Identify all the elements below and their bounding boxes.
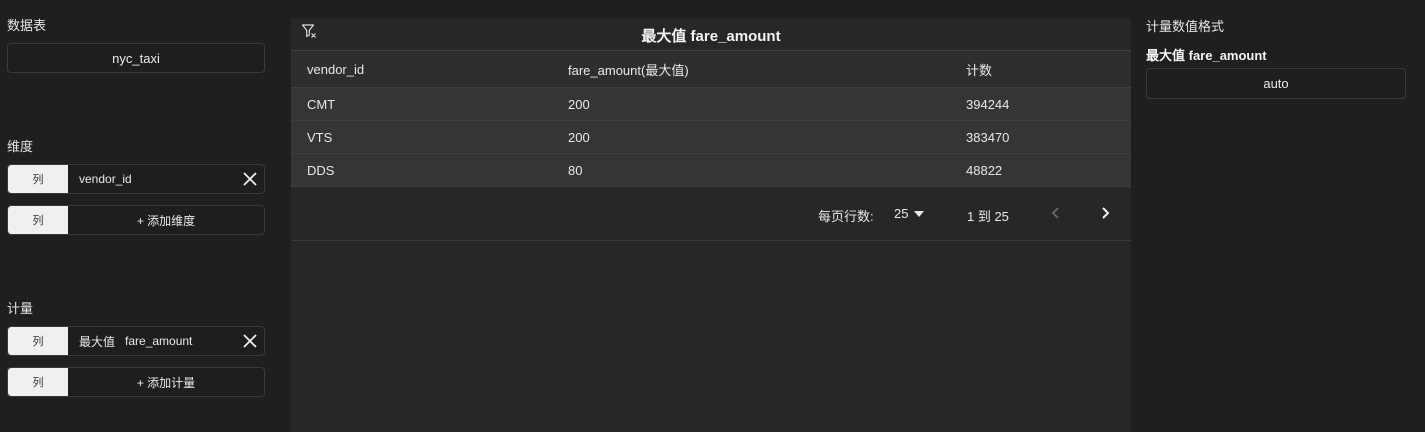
measure-field[interactable]: 最大值 fare_amount <box>68 327 236 355</box>
caret-down-icon <box>914 210 925 217</box>
result-title: 最大值 fare_amount <box>641 28 781 45</box>
table-pagination: 每页行数: 25 1 到 25 <box>291 188 1131 241</box>
column-header[interactable]: fare_amount(最大值) <box>552 60 950 79</box>
measure-aggregation: 最大值 <box>79 334 116 349</box>
config-sidebar: 数据表 nyc_taxi 维度 列 vendor_id 列 + 添加维度 计量 … <box>0 0 280 432</box>
table-cell: VTS <box>307 129 333 145</box>
rows-per-page-select[interactable]: 25 <box>894 206 925 221</box>
column-header[interactable]: 计数 <box>950 60 1131 79</box>
add-measure-button[interactable]: + 添加计量 <box>68 368 264 396</box>
dimension-item: 列 vendor_id <box>7 164 265 194</box>
remove-measure-button[interactable] <box>236 327 264 355</box>
format-panel: 计量数值格式 最大值 fare_amount auto <box>1131 0 1425 432</box>
add-measure-row: 列 + 添加计量 <box>7 367 265 397</box>
chevron-left-icon[interactable] <box>1048 205 1064 221</box>
table-section-label: 数据表 <box>7 18 47 33</box>
page-range-text: 1 到 25 <box>967 209 1009 224</box>
result-panel: 最大值 fare_amount vendor_id fare_amount(最大… <box>291 18 1131 432</box>
chevron-right-icon[interactable] <box>1097 205 1113 221</box>
measures-section-label: 计量 <box>7 301 34 316</box>
measure-item: 列 最大值 fare_amount <box>7 326 265 356</box>
table-cell: 383470 <box>966 129 1010 145</box>
add-dimension-button[interactable]: + 添加维度 <box>68 206 264 234</box>
close-icon <box>243 172 257 186</box>
table-cell: 200 <box>568 96 590 112</box>
result-table: vendor_id fare_amount(最大值) 计数 CMT 200 39… <box>291 50 1131 187</box>
format-panel-title: 计量数值格式 <box>1146 19 1225 34</box>
table-cell: 394244 <box>966 96 1010 112</box>
rows-per-page-label: 每页行数: <box>818 209 874 224</box>
close-icon <box>243 334 257 348</box>
column-header[interactable]: vendor_id <box>291 62 552 77</box>
table-cell: 200 <box>568 129 590 145</box>
table-cell: 80 <box>568 162 583 178</box>
dimension-field[interactable]: vendor_id <box>68 165 236 193</box>
remove-dimension-button[interactable] <box>236 165 264 193</box>
table-cell: 48822 <box>966 162 1003 178</box>
measure-column-tag[interactable]: 列 <box>8 327 68 355</box>
add-dimension-column-tag[interactable]: 列 <box>8 206 68 234</box>
dimension-column-tag[interactable]: 列 <box>8 165 68 193</box>
table-cell: DDS <box>307 162 335 178</box>
table-header-row: vendor_id fare_amount(最大值) 计数 <box>291 50 1131 88</box>
measure-field-name: fare_amount <box>125 334 193 348</box>
table-cell: CMT <box>307 96 336 112</box>
table-row: CMT 200 394244 <box>291 88 1131 121</box>
format-measure-name: 最大值 fare_amount <box>1146 48 1267 63</box>
format-selector[interactable]: auto <box>1146 68 1406 99</box>
add-measure-column-tag[interactable]: 列 <box>8 368 68 396</box>
table-row: DDS 80 48822 <box>291 154 1131 187</box>
table-selector[interactable]: nyc_taxi <box>7 43 265 73</box>
dimensions-section-label: 维度 <box>7 139 34 154</box>
add-dimension-row: 列 + 添加维度 <box>7 205 265 235</box>
rows-per-page-value: 25 <box>894 206 909 221</box>
table-row: VTS 200 383470 <box>291 121 1131 154</box>
